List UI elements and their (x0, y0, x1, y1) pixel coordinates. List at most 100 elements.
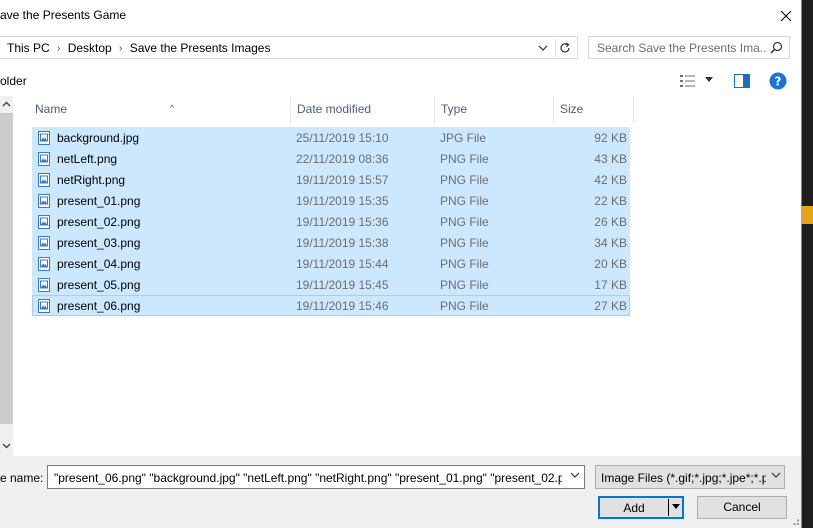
title-bar: ave the Presents Game (0, 0, 801, 31)
filename-input[interactable]: "present_06.png" "background.jpg" "netLe… (47, 465, 585, 489)
column-headers: Name ^ Date modified Type Size (29, 96, 649, 123)
breadcrumb: This PC › Desktop › Save the Presents Im… (4, 41, 273, 55)
search-placeholder: Search Save the Presents Ima... (597, 41, 767, 55)
file-size: 92 KB (594, 131, 627, 145)
file-size: 34 KB (594, 236, 627, 250)
file-row[interactable]: present_04.png 19/11/2019 15:44 PNG File 20… (32, 253, 630, 274)
view-options-icon[interactable] (680, 74, 696, 88)
file-row[interactable]: netRight.png 19/11/2019 15:57 PNG File 42 K… (32, 169, 630, 190)
search-icon[interactable] (770, 41, 783, 54)
file-date-modified: 19/11/2019 15:38 (296, 236, 389, 250)
image-file-icon (38, 173, 50, 187)
file-row[interactable]: background.jpg 25/11/2019 15:10 JPG File 92… (32, 127, 630, 148)
breadcrumb-separator[interactable]: › (115, 43, 127, 54)
image-file-icon (38, 194, 50, 208)
file-date-modified: 22/11/2019 08:36 (296, 152, 389, 166)
refresh-button[interactable] (555, 39, 574, 57)
refresh-icon (560, 42, 570, 53)
column-header-type[interactable]: Type (435, 96, 554, 123)
file-type: PNG File (440, 215, 489, 229)
file-name: netRight.png (57, 173, 126, 187)
background-accent (801, 206, 813, 224)
file-row[interactable]: present_03.png 19/11/2019 15:38 PNG File 34… (32, 232, 630, 253)
chevron-down-icon[interactable] (705, 77, 713, 82)
split-button-divider (668, 499, 669, 516)
filename-label: e name: (0, 471, 44, 485)
file-date-modified: 19/11/2019 15:44 (296, 257, 389, 271)
preview-pane-icon[interactable] (734, 74, 750, 88)
chevron-down-icon[interactable] (672, 504, 680, 510)
navigation-pane-scrollbar[interactable] (0, 96, 13, 456)
breadcrumb-this-pc[interactable]: This PC (4, 41, 53, 55)
file-size: 42 KB (594, 173, 627, 187)
image-file-icon (38, 299, 50, 313)
file-row[interactable]: present_05.png 19/11/2019 15:45 PNG File 17… (32, 274, 630, 295)
column-header-label: Name (35, 102, 68, 116)
file-name: present_05.png (57, 278, 141, 292)
file-type: PNG File (440, 236, 489, 250)
image-file-icon (38, 236, 50, 250)
file-type: JPG File (440, 131, 487, 145)
breadcrumb-separator[interactable]: › (53, 43, 65, 54)
file-name: background.jpg (57, 131, 140, 145)
background-app-strip (801, 0, 813, 528)
file-row[interactable]: present_06.png 19/11/2019 15:46 PNG File 27… (32, 295, 630, 316)
address-history-button[interactable] (535, 40, 551, 56)
scroll-down-icon[interactable] (1, 440, 12, 451)
dialog-edge (801, 0, 802, 528)
file-name: present_01.png (57, 194, 141, 208)
scrollbar-thumb[interactable] (0, 113, 13, 424)
dialog-footer: e name: "present_06.png" "background.jpg… (0, 456, 801, 528)
file-list: Name ^ Date modified Type Size backgroun… (15, 96, 801, 456)
svg-text:?: ? (775, 75, 782, 89)
file-name: present_06.png (57, 299, 141, 313)
file-name: netLeft.png (57, 152, 118, 166)
column-header-name[interactable]: Name ^ (29, 96, 291, 123)
image-file-icon (38, 131, 50, 145)
file-type-filter[interactable]: Image Files (*.gif;*.jpg;*.jpe*;*.p (595, 465, 785, 489)
filename-value: "present_06.png" "background.jpg" "netLe… (54, 471, 562, 485)
search-input[interactable]: Search Save the Presents Ima... (588, 36, 790, 59)
scroll-up-icon[interactable] (1, 99, 12, 110)
file-dialog: ave the Presents Game This PC › Desktop … (0, 0, 801, 528)
file-date-modified: 19/11/2019 15:36 (296, 215, 389, 229)
chevron-down-icon[interactable] (570, 472, 580, 478)
resize-grip-icon[interactable] (790, 516, 800, 526)
file-size: 22 KB (594, 194, 627, 208)
sort-ascending-icon: ^ (170, 103, 175, 113)
file-name: present_02.png (57, 215, 141, 229)
file-size: 20 KB (594, 257, 627, 271)
help-icon[interactable]: ? (769, 72, 787, 90)
file-type: PNG File (440, 299, 489, 313)
cancel-button[interactable]: Cancel (697, 496, 787, 519)
window-title: ave the Presents Game (0, 8, 127, 22)
file-type: PNG File (440, 257, 489, 271)
image-file-icon (38, 152, 50, 166)
add-button-label: Add (623, 501, 645, 515)
file-date-modified: 19/11/2019 15:35 (296, 194, 389, 208)
image-file-icon (38, 215, 50, 229)
chevron-down-icon[interactable] (771, 472, 781, 478)
breadcrumb-desktop[interactable]: Desktop (65, 41, 115, 55)
file-name: present_03.png (57, 236, 141, 250)
add-button[interactable]: Add (598, 496, 684, 519)
close-button[interactable] (770, 2, 801, 29)
file-row[interactable]: present_02.png 19/11/2019 15:36 PNG File 26… (32, 211, 630, 232)
address-bar[interactable]: This PC › Desktop › Save the Presents Im… (0, 36, 578, 59)
file-size: 26 KB (594, 215, 627, 229)
file-type: PNG File (440, 278, 489, 292)
chevron-down-icon (538, 45, 548, 51)
new-folder-button[interactable]: older (0, 74, 27, 88)
file-row[interactable]: present_01.png 19/11/2019 15:35 PNG File 22… (32, 190, 630, 211)
file-type: PNG File (440, 152, 489, 166)
file-date-modified: 19/11/2019 15:46 (296, 299, 389, 313)
file-size: 43 KB (594, 152, 627, 166)
image-file-icon (38, 278, 50, 292)
file-size: 17 KB (594, 278, 627, 292)
file-name: present_04.png (57, 257, 141, 271)
breadcrumb-current-folder[interactable]: Save the Presents Images (127, 41, 274, 55)
column-header-date[interactable]: Date modified (291, 96, 435, 123)
file-date-modified: 19/11/2019 15:45 (296, 278, 389, 292)
file-row[interactable]: netLeft.png 22/11/2019 08:36 PNG File 43 KB (32, 148, 630, 169)
column-header-size[interactable]: Size (554, 96, 634, 123)
